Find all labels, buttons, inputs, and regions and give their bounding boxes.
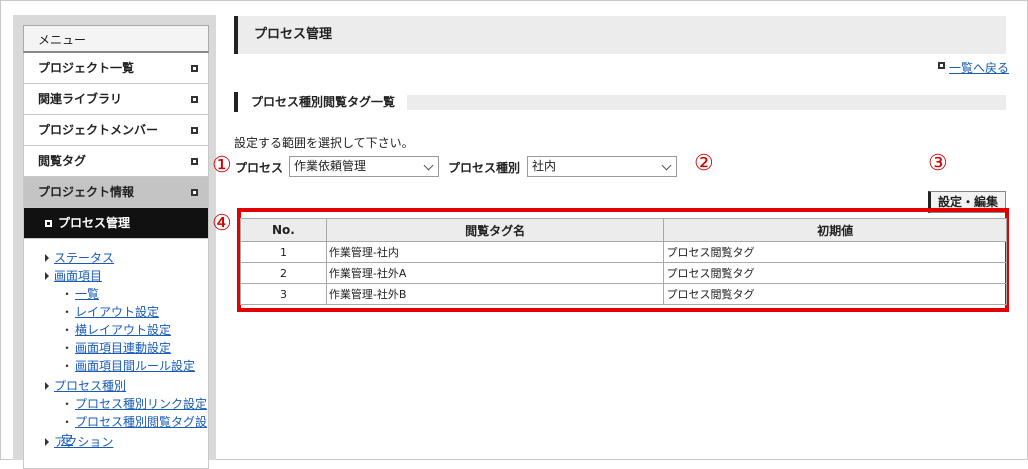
link-screen-items[interactable]: 画面項目 — [54, 269, 102, 283]
sidebar-item-label: 閲覧タグ — [38, 154, 87, 168]
cell-no: 3 — [240, 283, 327, 305]
table-row: 1 作業管理-社内 プロセス閲覧タグ — [240, 241, 1007, 263]
instruction-text: 設定する範囲を選択して下さい。 — [234, 136, 414, 150]
link-layout[interactable]: レイアウト設定 — [75, 305, 159, 319]
link-action[interactable]: アクション — [54, 435, 113, 449]
cell-tag-name: 作業管理-社外B — [325, 283, 665, 305]
dot-bullet-icon: ・ — [61, 359, 74, 373]
view-tag-table: No. 閲覧タグ名 初期値 1 作業管理-社内 プロセス閲覧タグ 2 作業管理-… — [240, 218, 1007, 305]
table-row: 3 作業管理-社外B プロセス閲覧タグ — [240, 283, 1007, 305]
square-bullet-icon — [191, 96, 198, 103]
sidebar-sublinks: ステータス 画面項目 ・一覧 ・レイアウト設定 ・横レイアウト設定 ・画面項目連… — [23, 239, 209, 469]
process-label: プロセス — [235, 161, 284, 175]
triangle-bullet-icon — [45, 272, 49, 280]
chevron-down-icon — [423, 160, 434, 171]
back-link-container: 一覧へ戻る — [938, 59, 1009, 76]
marker-3: ③ — [928, 151, 948, 176]
sidebar-item-label: 関連ライブラリ — [38, 92, 123, 106]
cell-tag-name: 作業管理-社外A — [325, 262, 665, 284]
sidebar-item-process-management[interactable]: プロセス管理 — [23, 208, 209, 239]
column-header-default: 初期値 — [663, 218, 1007, 242]
square-bullet-icon — [938, 62, 945, 69]
process-type-select-value: 社内 — [532, 159, 557, 173]
column-header-no: No. — [240, 218, 327, 242]
cell-tag-name: 作業管理-社内 — [325, 241, 665, 263]
dot-bullet-icon: ・ — [61, 287, 74, 301]
sidebar-item-project-list[interactable]: プロジェクト一覧 — [23, 53, 209, 84]
page-title: プロセス管理 — [234, 16, 1006, 54]
sidebar-item-library[interactable]: 関連ライブラリ — [23, 84, 209, 115]
chevron-down-icon — [661, 160, 672, 171]
cell-default: プロセス閲覧タグ — [663, 241, 1007, 263]
sidebar-item-label: プロジェクト情報 — [38, 185, 135, 199]
process-type-select[interactable]: 社内 — [527, 156, 677, 177]
dot-bullet-icon: ・ — [61, 305, 74, 319]
dot-bullet-icon: ・ — [61, 397, 74, 411]
process-select[interactable]: 作業依頼管理 — [289, 156, 439, 177]
marker-1: ① — [212, 153, 232, 178]
menu-heading: メニュー — [23, 25, 209, 53]
cell-default: プロセス閲覧タグ — [663, 283, 1007, 305]
sidebar-item-label: プロセス管理 — [58, 216, 131, 230]
dot-bullet-icon: ・ — [61, 323, 74, 337]
back-to-list-link[interactable]: 一覧へ戻る — [949, 61, 1009, 75]
sidebar: メニュー プロジェクト一覧 関連ライブラリ プロジェクトメンバー 閲覧タグ プロ… — [13, 15, 216, 469]
link-h-layout[interactable]: 横レイアウト設定 — [75, 323, 171, 337]
square-bullet-icon — [191, 189, 198, 196]
marker-4: ④ — [212, 211, 232, 236]
sidebar-item-members[interactable]: プロジェクトメンバー — [23, 115, 209, 146]
link-process-type[interactable]: プロセス種別 — [54, 379, 126, 393]
sidebar-item-label: プロジェクトメンバー — [38, 123, 159, 137]
sidebar-item-view-tags[interactable]: 閲覧タグ — [23, 146, 209, 177]
link-link-setting[interactable]: 画面項目連動設定 — [75, 341, 171, 355]
link-rule-setting[interactable]: 画面項目間ルール設定 — [75, 359, 195, 373]
triangle-bullet-icon — [45, 254, 49, 262]
square-bullet-icon — [45, 220, 52, 227]
cell-no: 2 — [240, 262, 327, 284]
column-header-tag-name: 閲覧タグ名 — [325, 218, 665, 242]
link-list[interactable]: 一覧 — [75, 287, 99, 301]
link-status[interactable]: ステータス — [54, 251, 114, 265]
cell-no: 1 — [240, 241, 327, 263]
sidebar-item-project-info[interactable]: プロジェクト情報 — [23, 177, 209, 208]
cell-default: プロセス閲覧タグ — [663, 262, 1007, 284]
square-bullet-icon — [191, 158, 198, 165]
marker-2: ② — [694, 151, 714, 176]
square-bullet-icon — [191, 127, 198, 134]
square-bullet-icon — [191, 65, 198, 72]
sidebar-item-label: プロジェクト一覧 — [38, 61, 135, 75]
process-select-value: 作業依頼管理 — [294, 159, 367, 173]
dot-bullet-icon: ・ — [61, 341, 74, 355]
triangle-bullet-icon — [45, 438, 49, 446]
process-type-label: プロセス種別 — [448, 161, 521, 175]
triangle-bullet-icon — [45, 382, 49, 390]
section-divider — [406, 95, 1006, 110]
link-type-link[interactable]: プロセス種別リンク設定 — [75, 397, 207, 411]
section-title: プロセス種別閲覧タグ一覧 — [234, 92, 408, 112]
dot-bullet-icon: ・ — [61, 415, 74, 429]
table-row: 2 作業管理-社外A プロセス閲覧タグ — [240, 262, 1007, 284]
